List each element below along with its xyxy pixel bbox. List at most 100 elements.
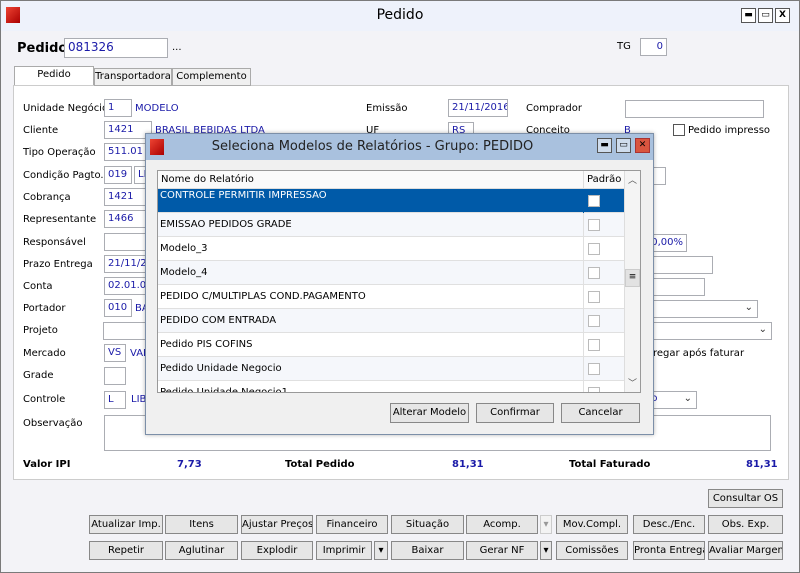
report-name: CONTROLE PERMITIR IMPRESSAO: [160, 190, 327, 201]
atualizar-imp-button[interactable]: Atualizar Imp.: [89, 515, 163, 534]
report-name: Pedido PIS COFINS: [160, 339, 253, 350]
dialog-minimize-button[interactable]: ▬: [597, 138, 612, 153]
scroll-up-icon[interactable]: ︿: [628, 173, 637, 186]
comprador-input[interactable]: [625, 100, 764, 118]
padrao-checkbox[interactable]: [588, 195, 600, 207]
pedido-impresso-checkbox[interactable]: [673, 124, 685, 136]
dialog-maximize-button[interactable]: ▭: [616, 138, 631, 153]
responsavel-label: Responsável: [23, 237, 86, 248]
list-header: Nome do Relatório Padrão: [158, 171, 624, 189]
report-name: Modelo_4: [160, 267, 208, 278]
dialog-title-bar: Seleciona Modelos de Relatórios - Grupo:…: [146, 134, 653, 160]
confirmar-button[interactable]: Confirmar: [476, 403, 554, 423]
aglutinar-button[interactable]: Aglutinar: [165, 541, 238, 560]
scrollbar-thumb[interactable]: ≡: [625, 269, 640, 287]
report-row[interactable]: Pedido Unidade Negocio: [158, 357, 624, 381]
total-faturado-value: 81,31: [746, 459, 778, 470]
padrao-checkbox[interactable]: [588, 339, 600, 351]
report-row[interactable]: Modelo_3: [158, 237, 624, 261]
cancelar-button[interactable]: Cancelar: [561, 403, 640, 423]
unidade-name: MODELO: [135, 103, 179, 114]
controle-label: Controle: [23, 394, 66, 405]
dialog-close-button[interactable]: ✕: [635, 138, 650, 153]
pedido-lookup-button[interactable]: ...: [172, 42, 182, 53]
grade-input[interactable]: [104, 367, 126, 385]
mov-compl-button[interactable]: Mov.Compl.: [556, 515, 628, 534]
financeiro-button[interactable]: Financeiro: [316, 515, 388, 534]
tab-pedido[interactable]: Pedido: [14, 66, 94, 85]
cliente-label: Cliente: [23, 125, 59, 136]
report-row[interactable]: Pedido PIS COFINS: [158, 333, 624, 357]
report-row[interactable]: Modelo_4: [158, 261, 624, 285]
alterar-modelo-button[interactable]: Alterar Modelo: [390, 403, 469, 423]
tipo-operacao-label: Tipo Operação: [23, 147, 96, 158]
report-row[interactable]: CONTROLE PERMITIR IMPRESSAO: [158, 189, 624, 213]
desc-enc-button[interactable]: Desc./Enc.: [633, 515, 705, 534]
padrao-checkbox[interactable]: [588, 243, 600, 255]
tg-input[interactable]: 0: [640, 38, 667, 56]
emissao-input[interactable]: 21/11/2016: [448, 99, 508, 117]
scroll-down-icon[interactable]: ﹀: [628, 376, 637, 389]
col-header-nome[interactable]: Nome do Relatório: [161, 174, 254, 185]
portador-code-input[interactable]: 010: [104, 299, 132, 317]
report-row[interactable]: EMISSAO PEDIDOS GRADE: [158, 213, 624, 237]
padrao-checkbox[interactable]: [588, 315, 600, 327]
maximize-button[interactable]: ▭: [758, 8, 773, 23]
total-pedido-value: 81,31: [452, 459, 484, 470]
padrao-checkbox[interactable]: [588, 363, 600, 375]
list-scrollbar[interactable]: ︿ ≡ ﹀: [624, 171, 640, 392]
col-divider: [583, 237, 584, 261]
acomp-button[interactable]: Acomp.: [466, 515, 538, 534]
chevron-down-icon: ⌄: [683, 393, 692, 404]
tab-transportadora[interactable]: Transportadora: [94, 68, 172, 86]
situacao-button[interactable]: Situação: [391, 515, 464, 534]
col-header-padrao[interactable]: Padrão: [587, 174, 621, 185]
condicao-code-input[interactable]: 019: [104, 166, 132, 184]
explodir-button[interactable]: Explodir: [241, 541, 313, 560]
comprador-label: Comprador: [526, 103, 583, 114]
padrao-checkbox[interactable]: [588, 267, 600, 279]
acomp-dropdown-arrow-icon[interactable]: ▾: [540, 515, 552, 534]
col-divider: [583, 381, 584, 392]
gerar-nf-button[interactable]: Gerar NF: [466, 541, 538, 560]
select-1[interactable]: al⌄: [641, 300, 758, 318]
select-2[interactable]: ⌄: [641, 322, 772, 340]
report-list: Nome do Relatório Padrão CONTROLE PERMIT…: [157, 170, 641, 393]
portador-label: Portador: [23, 303, 66, 314]
controle-code-input[interactable]: L: [104, 391, 126, 409]
conta-label: Conta: [23, 281, 53, 292]
projeto-input[interactable]: [103, 322, 151, 340]
tab-complemento[interactable]: Complemento: [172, 68, 251, 86]
repetir-button[interactable]: Repetir: [89, 541, 163, 560]
tg-label: TG: [617, 41, 631, 52]
obs-exp-button[interactable]: Obs. Exp.: [708, 515, 783, 534]
total-pedido-label: Total Pedido: [285, 459, 355, 470]
app-logo-icon: [150, 139, 164, 155]
pedido-number-input[interactable]: 081326: [64, 38, 168, 58]
baixar-button[interactable]: Baixar: [391, 541, 464, 560]
pronta-entrega-button[interactable]: Pronta Entrega: [633, 541, 705, 560]
imprimir-button[interactable]: Imprimir: [316, 541, 372, 560]
col-divider: [583, 285, 584, 309]
report-name: Pedido Unidade Negocio1: [160, 387, 289, 393]
report-row[interactable]: PEDIDO C/MULTIPLAS COND.PAGAMENTO: [158, 285, 624, 309]
report-row[interactable]: PEDIDO COM ENTRADA: [158, 309, 624, 333]
gerar-nf-dropdown-arrow-icon[interactable]: ▾: [540, 541, 552, 560]
unidade-code-input[interactable]: 1: [104, 99, 132, 117]
avaliar-margem-button[interactable]: Avaliar Margem: [708, 541, 783, 560]
consultar-os-button[interactable]: Consultar OS: [708, 489, 783, 508]
ajustar-precos-button[interactable]: Ajustar Preços: [241, 515, 313, 534]
imprimir-dropdown-arrow-icon[interactable]: ▾: [374, 541, 388, 560]
comissoes-button[interactable]: Comissões: [556, 541, 628, 560]
padrao-checkbox[interactable]: [588, 219, 600, 231]
mercado-code-input[interactable]: VS: [104, 344, 126, 362]
padrao-checkbox[interactable]: [588, 291, 600, 303]
close-button[interactable]: X: [775, 8, 790, 23]
col-divider: [583, 309, 584, 333]
report-row[interactable]: Pedido Unidade Negocio1: [158, 381, 624, 393]
dialog-title: Seleciona Modelos de Relatórios - Grupo:…: [211, 139, 534, 154]
itens-button[interactable]: Itens: [165, 515, 238, 534]
padrao-checkbox[interactable]: [588, 387, 600, 392]
entregar-label: regar após faturar: [653, 348, 745, 359]
minimize-button[interactable]: ▬: [741, 8, 756, 23]
